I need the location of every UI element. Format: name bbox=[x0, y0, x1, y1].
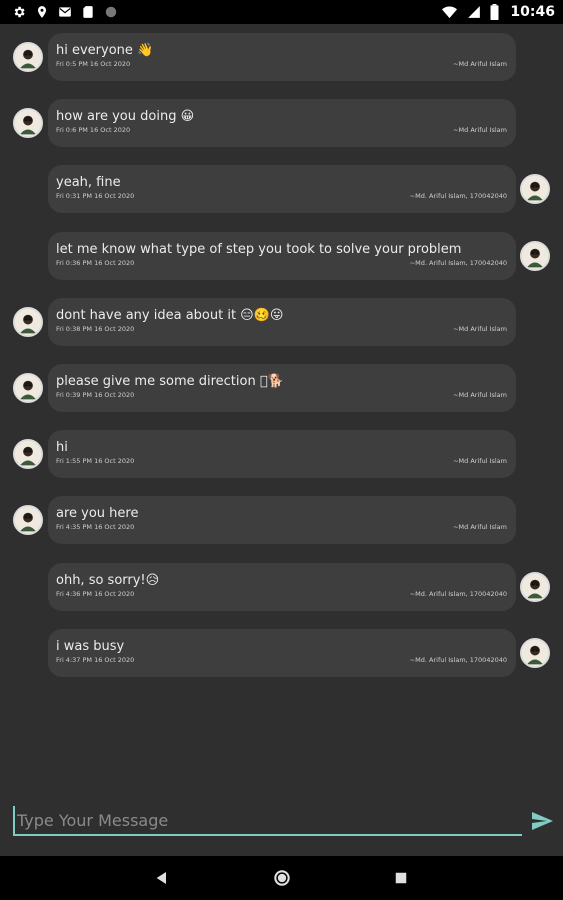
message-meta: Fri 0:31 PM 16 Oct 2020 ~Md. Ariful Islam… bbox=[56, 192, 507, 200]
message-timestamp: Fri 4:35 PM 16 Oct 2020 bbox=[56, 523, 135, 532]
message-bubble[interactable]: are you here Fri 4:35 PM 16 Oct 2020 ~Md A… bbox=[48, 496, 516, 545]
home-icon bbox=[274, 870, 290, 886]
message-text: are you here bbox=[56, 506, 139, 522]
message-meta: Fri 4:35 PM 16 Oct 2020 ~Md Ariful Islam bbox=[56, 523, 507, 531]
message-timestamp: Fri 0:39 PM 16 Oct 2020 bbox=[56, 391, 135, 399]
message-text: hi everyone 👋 bbox=[56, 43, 154, 58]
message-row: ohh, so sorry!😥 Fri 4:36 PM 16 Oct 2020 ~M… bbox=[0, 562, 563, 611]
message-bubble[interactable]: how are you doing 😀 Fri 0:6 PM 16 Oct 202… bbox=[48, 99, 516, 148]
message-text: hi bbox=[56, 440, 68, 456]
message-row: yeah, fine Fri 0:31 PM 16 Oct 2020 ~Md. Ar… bbox=[0, 165, 563, 214]
circle-icon bbox=[104, 5, 118, 19]
message-sender: ~Md Ariful Islam bbox=[453, 60, 507, 68]
message-sender: ~Md. Ariful Islam, 170042040 bbox=[409, 258, 507, 267]
message-sender: ~Md Ariful Islam bbox=[453, 391, 507, 399]
avatar[interactable] bbox=[520, 240, 550, 271]
message-row: hi Fri 1:55 PM 16 Oct 2020 ~Md Ariful Isla… bbox=[0, 430, 563, 479]
message-timestamp: Fri 0:31 PM 16 Oct 2020 bbox=[56, 192, 135, 201]
send-icon bbox=[532, 812, 553, 830]
message-timestamp: Fri 0:6 PM 16 Oct 2020 bbox=[56, 126, 131, 135]
message-list[interactable]: hi everyone 👋 Fri 0:5 PM 16 Oct 2020 ~Md A… bbox=[0, 24, 563, 794]
message-meta: Fri 0:5 PM 16 Oct 2020 ~Md Ariful Islam bbox=[56, 60, 507, 68]
message-bubble[interactable]: please give me some direction 🏾🐕 Fri 0:39… bbox=[48, 364, 516, 412]
message-sender: ~Md Ariful Islam bbox=[453, 126, 507, 135]
recents-button[interactable] bbox=[390, 867, 412, 889]
message-timestamp: Fri 4:37 PM 16 Oct 2020 bbox=[56, 655, 135, 664]
message-sender: ~Md. Ariful Islam, 170042040 bbox=[409, 192, 507, 201]
status-right: 10:46 bbox=[441, 4, 555, 20]
message-bubble[interactable]: let me know what type of step you took t… bbox=[48, 231, 516, 280]
message-sender: ~Md. Ariful Islam, 170042040 bbox=[409, 655, 507, 664]
message-meta: Fri 4:36 PM 16 Oct 2020 ~Md. Ariful Islam… bbox=[56, 590, 507, 598]
message-meta: Fri 1:55 PM 16 Oct 2020 ~Md Ariful Islam bbox=[56, 457, 507, 465]
message-bubble[interactable]: i was busy Fri 4:37 PM 16 Oct 2020 ~Md. Ar… bbox=[48, 628, 516, 677]
message-meta: Fri 0:38 PM 16 Oct 2020 ~Md Ariful Islam bbox=[56, 325, 507, 333]
avatar[interactable] bbox=[520, 637, 550, 668]
wifi-icon bbox=[441, 5, 458, 19]
message-text: let me know what type of step you took t… bbox=[56, 241, 462, 257]
message-bubble[interactable]: yeah, fine Fri 0:31 PM 16 Oct 2020 ~Md. Ar… bbox=[48, 165, 516, 214]
message-sender: ~Md Ariful Islam bbox=[453, 457, 507, 466]
message-timestamp: Fri 4:36 PM 16 Oct 2020 bbox=[56, 589, 135, 598]
home-button[interactable] bbox=[271, 867, 293, 889]
message-bubble[interactable]: hi Fri 1:55 PM 16 Oct 2020 ~Md Ariful Isla… bbox=[48, 430, 516, 479]
message-row: let me know what type of step you took t… bbox=[0, 231, 563, 280]
location-pin-icon bbox=[35, 5, 49, 19]
signal-icon bbox=[467, 5, 481, 19]
avatar[interactable] bbox=[520, 571, 550, 602]
gear-icon bbox=[12, 5, 26, 19]
message-meta: Fri 0:39 PM 16 Oct 2020 ~Md Ariful Islam bbox=[56, 391, 507, 399]
message-bubble[interactable]: dont have any idea about it 😑🥴😛 Fri 0:38 … bbox=[48, 297, 516, 346]
message-row: please give me some direction 🏾🐕 Fri 0:39… bbox=[0, 364, 563, 412]
send-button[interactable] bbox=[530, 809, 554, 833]
message-timestamp: Fri 1:55 PM 16 Oct 2020 bbox=[56, 457, 135, 466]
status-time: 10:46 bbox=[510, 4, 555, 20]
battery-icon bbox=[490, 4, 499, 20]
message-row: hi everyone 👋 Fri 0:5 PM 16 Oct 2020 ~Md A… bbox=[0, 33, 563, 81]
message-bubble[interactable]: ohh, so sorry!😥 Fri 4:36 PM 16 Oct 2020 ~M… bbox=[48, 562, 516, 611]
avatar[interactable] bbox=[13, 42, 43, 72]
back-icon bbox=[156, 872, 166, 884]
avatar[interactable] bbox=[13, 306, 43, 337]
avatar[interactable] bbox=[13, 373, 43, 403]
avatar[interactable] bbox=[13, 108, 43, 139]
message-text: dont have any idea about it 😑🥴😛 bbox=[56, 307, 284, 323]
message-text: please give me some direction 🏾🐕 bbox=[56, 374, 284, 389]
avatar[interactable] bbox=[13, 439, 43, 470]
avatar[interactable] bbox=[520, 174, 550, 205]
message-row: are you here Fri 4:35 PM 16 Oct 2020 ~Md A… bbox=[0, 496, 563, 545]
message-input[interactable] bbox=[13, 806, 522, 834]
message-sender: ~Md Ariful Islam bbox=[453, 324, 507, 333]
status-left bbox=[12, 5, 118, 19]
navigation-bar bbox=[0, 856, 563, 900]
message-row: dont have any idea about it 😑🥴😛 Fri 0:38 … bbox=[0, 297, 563, 346]
message-sender: ~Md. Ariful Islam, 170042040 bbox=[409, 589, 507, 598]
status-bar: 10:46 bbox=[0, 0, 563, 24]
recents-icon bbox=[395, 872, 407, 884]
message-text: ohh, so sorry!😥 bbox=[56, 572, 160, 588]
message-text: how are you doing 😀 bbox=[56, 109, 195, 125]
message-timestamp: Fri 0:5 PM 16 Oct 2020 bbox=[56, 60, 131, 68]
message-row: how are you doing 😀 Fri 0:6 PM 16 Oct 202… bbox=[0, 99, 563, 148]
message-text: yeah, fine bbox=[56, 175, 121, 191]
message-row: i was busy Fri 4:37 PM 16 Oct 2020 ~Md. Ar… bbox=[0, 628, 563, 677]
message-timestamp: Fri 0:38 PM 16 Oct 2020 bbox=[56, 324, 135, 333]
message-text: i was busy bbox=[56, 638, 125, 654]
mail-icon bbox=[58, 5, 72, 19]
avatar[interactable] bbox=[13, 505, 43, 536]
message-bubble[interactable]: hi everyone 👋 Fri 0:5 PM 16 Oct 2020 ~Md A… bbox=[48, 33, 516, 81]
message-timestamp: Fri 0:36 PM 16 Oct 2020 bbox=[56, 258, 135, 267]
message-sender: ~Md Ariful Islam bbox=[453, 523, 507, 532]
message-meta: Fri 4:37 PM 16 Oct 2020 ~Md. Ariful Islam… bbox=[56, 656, 507, 664]
message-meta: Fri 0:36 PM 16 Oct 2020 ~Md. Ariful Islam… bbox=[56, 259, 507, 267]
back-button[interactable] bbox=[151, 867, 173, 889]
sd-card-icon bbox=[81, 5, 95, 19]
message-meta: Fri 0:6 PM 16 Oct 2020 ~Md Ariful Islam bbox=[56, 126, 507, 134]
message-input-container bbox=[13, 806, 522, 836]
